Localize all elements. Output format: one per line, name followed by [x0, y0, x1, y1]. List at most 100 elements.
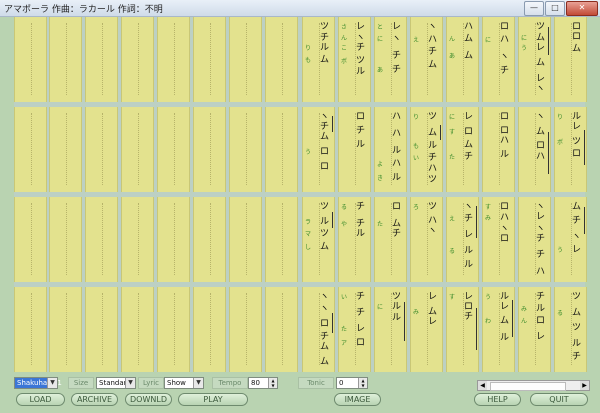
beat-bar	[332, 212, 333, 228]
score-note: レ	[536, 74, 546, 84]
load-button[interactable]: LOAD	[16, 393, 65, 406]
score-note: チ	[536, 292, 546, 302]
score-note: ツ	[428, 175, 438, 185]
score-column	[85, 107, 118, 192]
archive-button[interactable]: ARCHIVE	[71, 393, 118, 406]
score-column	[14, 197, 47, 282]
dropdown-arrow-icon: ▼	[193, 378, 203, 388]
score-note: ム	[392, 219, 402, 229]
lyric-syllable: り	[557, 114, 564, 121]
horizontal-scrollbar[interactable]: ◀ ▶	[477, 380, 590, 391]
score-note: ム	[428, 128, 438, 138]
spinner-arrows-icon[interactable]: ▲ ▼	[358, 378, 367, 388]
scroll-left-icon[interactable]: ◀	[478, 381, 487, 390]
score-note: レ	[464, 112, 474, 122]
play-button[interactable]: PLAY	[178, 393, 248, 406]
score-column: ロチル	[338, 107, 371, 192]
score-note: レ	[536, 212, 546, 222]
score-note: ヽ	[428, 226, 438, 236]
beat-bar	[440, 125, 441, 140]
lyric-syllable: に	[449, 114, 456, 121]
score-note: ツ	[428, 202, 438, 212]
tempo-spinner[interactable]: 80 ▲ ▼	[248, 377, 278, 389]
score-column: レムみレ	[410, 287, 443, 372]
tempo-label: Tempo	[212, 377, 248, 389]
spinner-arrows-icon[interactable]: ▲ ▼	[268, 378, 277, 388]
scroll-thumb[interactable]	[490, 382, 566, 391]
score-note: ハ	[392, 159, 402, 169]
score-column	[85, 17, 118, 102]
lyric-syllable: た	[377, 221, 384, 228]
score-note: ロ	[500, 126, 510, 136]
beat-bar	[404, 302, 405, 341]
lyric-syllable: り	[305, 45, 312, 52]
score-note: ヽ	[536, 202, 546, 212]
score-note: ヽ	[320, 112, 330, 122]
quit-button[interactable]: QUIT	[530, 393, 588, 406]
lyric-syllable: も	[413, 143, 420, 150]
lyric-syllable: み	[521, 306, 528, 313]
score-system: ヽチムロうロロチルハハルハよルきツりムルもチいハツレにロすムチたロロハルヽムロハ…	[14, 107, 587, 192]
score-note: チ	[572, 352, 582, 362]
score-note: ハ	[500, 136, 510, 146]
score-note: ル	[356, 140, 366, 150]
score-column: ロすハみヽロ	[482, 197, 515, 282]
score-column	[265, 197, 298, 282]
score-column	[121, 107, 154, 192]
lyric-syllable: マ	[305, 231, 312, 238]
minimize-button[interactable]: —	[524, 1, 544, 16]
score-note: ル	[392, 173, 402, 183]
download-button[interactable]: DOWNLD	[125, 393, 172, 406]
score-note: ロ	[320, 319, 330, 329]
size-select[interactable]: Standard ▼	[96, 377, 136, 389]
lyric-syllable: さ	[341, 24, 348, 31]
score-column	[193, 287, 226, 372]
score-note: ム	[320, 357, 330, 367]
score-note: ヽ	[464, 202, 474, 212]
beat-bar	[512, 300, 513, 337]
score-note: レ	[356, 22, 366, 32]
score-note: ル	[572, 112, 582, 122]
help-button[interactable]: HELP	[474, 393, 521, 406]
lyric-select[interactable]: Show ▼	[164, 377, 204, 389]
lyric-syllable: ろ	[413, 204, 420, 211]
instrument-select[interactable]: Shakuhachi1 ▼	[14, 377, 62, 389]
score-note: チ	[428, 153, 438, 163]
score-column	[49, 197, 82, 282]
scroll-right-icon[interactable]: ▶	[580, 381, 589, 390]
score-note: ロ	[536, 141, 546, 151]
score-note: ム	[572, 308, 582, 318]
score-column	[49, 17, 82, 102]
score-column: ル りレツ ボロ	[554, 107, 587, 192]
score-note: ロ	[464, 127, 474, 137]
score-note: ル	[500, 333, 510, 343]
close-button[interactable]: ✕	[566, 1, 598, 16]
lyric-syllable: よ	[377, 161, 384, 168]
score-area: ツチルりムもレさヽんチこツボルレとヽにチチあヽハえチムハムんムあロハにヽチツムに…	[14, 17, 587, 372]
score-note: チ	[392, 51, 402, 61]
lyric-syllable: る	[449, 248, 456, 255]
score-column: ヽレヽチチハ	[518, 197, 551, 282]
score-note: ツ	[356, 56, 366, 66]
lyric-syllable: み	[413, 309, 420, 316]
score-column: レ すロチ	[446, 287, 479, 372]
score-column: ハハルハよルき	[374, 107, 407, 192]
score-note: ツ	[320, 22, 330, 32]
lyric-syllable: ボ	[341, 58, 348, 65]
maximize-button[interactable]: □	[545, 1, 565, 16]
score-column	[193, 107, 226, 192]
lyric-syllable: う	[305, 149, 312, 156]
lyric-syllable: と	[377, 24, 384, 31]
lyric-syllable: た	[341, 326, 348, 333]
tonic-spinner[interactable]: 0 ▲ ▼	[336, 377, 368, 389]
score-note: ム	[464, 140, 474, 150]
score-note: ヽ	[536, 84, 546, 94]
score-note: チ	[320, 33, 330, 43]
score-note: ヽ	[536, 112, 546, 122]
score-note: ロ	[500, 22, 510, 32]
score-note: ハ	[392, 112, 402, 122]
image-button[interactable]: IMAGE	[334, 393, 381, 406]
score-note: レ	[356, 324, 366, 334]
score-column: ロロハル	[482, 107, 515, 192]
lyric-syllable: う	[485, 294, 492, 301]
